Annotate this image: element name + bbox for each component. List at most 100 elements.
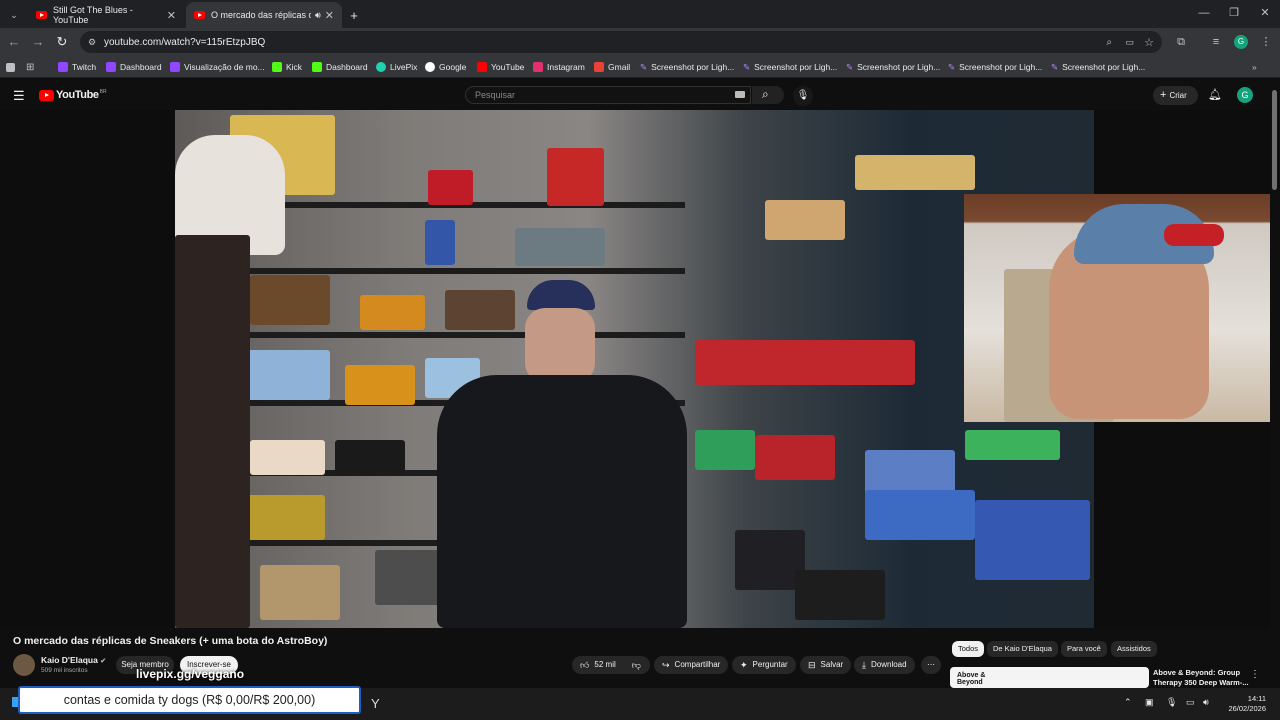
like-count[interactable]: 52 mil [594,656,615,674]
tab-mercado-replicas[interactable]: O mercado das réplicas de 🔊︎ ✕ [186,2,342,28]
more-horizontal-icon: ⋯ [927,660,935,669]
lightshot-icon: ✎ [846,61,854,72]
tray-mic-icon[interactable]: 🎙︎ [1166,697,1177,708]
recommended-more-icon[interactable]: ⋮ [1250,669,1260,680]
bookmark-star-icon[interactable]: ☆ [1144,36,1154,49]
bookmark-livepix[interactable]: LivePix [376,60,417,74]
youtube-favicon-icon [36,11,47,19]
more-bookmarks-icon[interactable]: » [1252,60,1257,74]
bookmark-screenshot-2[interactable]: ✎ Screenshot por Ligh... [743,60,837,74]
zoom-icon[interactable]: ⌕ [1106,37,1112,48]
tray-chevron-up-icon[interactable]: ⌃ [1124,697,1132,708]
thumbnail-logo-text: Above & Beyond [957,672,986,686]
bookmark-folder-icon[interactable] [6,60,19,74]
address-text: youtube.com/watch?v=115rEtzpJBQ [104,36,266,48]
share-button[interactable]: ↪ Compartilhar [654,656,729,674]
close-tab-icon[interactable]: ✕ [325,9,334,22]
minimize-button[interactable]: — [1194,4,1214,22]
bookmark-screenshot-5[interactable]: ✎ Screenshot por Ligh... [1051,60,1145,74]
scrollbar-thumb[interactable] [1272,90,1277,190]
tray-volume-icon[interactable]: 🔊︎ [1203,697,1209,708]
tab-title: Still Got The Blues - YouTube [53,5,133,25]
lightshot-icon: ✎ [1051,61,1059,72]
bookmark-screenshot-3[interactable]: ✎ Screenshot por Ligh... [846,60,940,74]
download-button[interactable]: ⤓ Download [854,656,915,674]
notifications-bell-icon[interactable]: 🔔︎ [1208,88,1222,101]
youtube-icon [477,62,487,72]
chip-all[interactable]: Todos [952,641,985,657]
youtube-logo[interactable]: YouTube BR [39,89,107,101]
bookmark-screenshot-1[interactable]: ✎ Screenshot por Ligh... [640,60,734,74]
search-button[interactable]: ⌕ [752,86,784,104]
bookmark-twitch[interactable]: Twitch [58,60,96,74]
restore-button[interactable]: ❐ [1224,4,1244,22]
address-bar[interactable]: ⚙ youtube.com/watch?v=115rEtzpJBQ ⌕ ▭ ☆ [80,31,1162,53]
thumbs-up-icon[interactable]: 👍︎ [580,656,589,674]
chip-watched[interactable]: Assistidos [1111,641,1157,657]
ask-button[interactable]: ✦ Perguntar [732,656,796,674]
twitch-icon [106,62,116,72]
twitch-icon [170,62,180,72]
tab-search-button[interactable]: ⌄ [0,2,28,28]
plus-icon: + [1160,89,1167,101]
cast-icon[interactable]: ▭ [1125,37,1134,48]
channel-name[interactable]: Kaio D'Elaqua ✔ [41,655,106,665]
forward-button[interactable]: → [29,33,47,51]
video-frame [175,110,1094,628]
tab-still-got-the-blues[interactable]: Still Got The Blues - YouTube ✕ [28,2,184,28]
save-button[interactable]: ⊟ Salvar [800,656,852,674]
recommended-thumbnail[interactable]: Above & Beyond [950,667,1149,688]
bookmark-dashboard-twitch[interactable]: Dashboard [106,60,162,74]
tab-title: O mercado das réplicas de [211,10,311,20]
keyboard-icon[interactable] [735,91,745,98]
media-control-icon[interactable]: ≡ [1208,34,1224,50]
tray-display-icon[interactable]: ▭ [1186,697,1195,708]
bookmark-youtube[interactable]: YouTube [477,60,524,74]
youtube-favicon-icon [194,11,205,19]
bookmark-google[interactable]: Google [425,60,466,74]
tray-app-icon[interactable]: ▣ [1145,697,1154,708]
create-button[interactable]: + Criar [1153,86,1198,105]
back-button[interactable]: ← [5,33,23,51]
app-y-icon[interactable]: Y [371,696,380,711]
thumbs-down-icon[interactable]: 👎︎ [632,656,641,674]
browser-tab-strip: ⌄ Still Got The Blues - YouTube ✕ O merc… [0,0,1280,28]
site-info-icon[interactable]: ⚙ [88,37,96,48]
speaker-icon[interactable]: 🔊︎ [315,10,321,21]
video-title: O mercado das réplicas de Sneakers (+ um… [13,635,328,647]
chip-from-channel[interactable]: De Kaio D'Elaqua [987,641,1058,657]
microphone-icon[interactable]: 🎙︎ [793,86,813,106]
new-tab-button[interactable]: + [344,2,364,28]
channel-avatar[interactable] [13,654,35,676]
bookmark-screenshot-4[interactable]: ✎ Screenshot por Ligh... [948,60,1042,74]
bookmark-gmail[interactable]: Gmail [594,60,630,74]
close-tab-icon[interactable]: ✕ [167,9,176,22]
clock-time: 14:11 [1247,694,1266,703]
page-scrollbar[interactable] [1270,78,1280,688]
livepix-overlay-text: livepix.gg/veggano [136,667,245,681]
bookmark-visualizacao[interactable]: Visualização de mo... [170,60,265,74]
youtube-account-avatar[interactable]: G [1237,87,1253,103]
browser-toolbar: ← → ↻ ⚙ youtube.com/watch?v=115rEtzpJBQ … [0,28,1280,56]
hamburger-menu-icon[interactable]: ☰ [13,88,25,104]
bookmark-dashboard-kick[interactable]: Dashboard [312,60,368,74]
apps-grid-icon[interactable]: ⊞ [26,60,34,74]
extensions-icon[interactable]: ⧉ [1173,34,1189,50]
search-input[interactable]: Pesquisar [465,86,751,104]
twitch-icon [58,62,68,72]
recommended-title[interactable]: Above & Beyond: Group Therapy 350 Deep W… [1153,668,1249,688]
taskbar-clock[interactable]: 14:11 26/02/2026 [1224,694,1266,714]
bookmark-instagram[interactable]: Instagram [533,60,585,74]
webcam-overlay [964,194,1270,422]
youtube-header: ☰ YouTube BR Pesquisar ⌕ 🎙︎ + Criar 🔔︎ G [0,78,1270,112]
bookmark-kick[interactable]: Kick [272,60,302,74]
more-actions-button[interactable]: ⋯ [921,656,941,674]
search-icon: ⌕ [762,87,769,101]
video-player[interactable] [0,110,1270,628]
menu-kebab-icon[interactable]: ⋮ [1258,34,1274,50]
subscriber-count: 509 mil inscritos [41,667,88,674]
reload-button[interactable]: ↻ [53,33,71,51]
profile-avatar[interactable]: G [1234,35,1248,49]
chip-for-you[interactable]: Para você [1061,641,1107,657]
close-window-button[interactable]: ✕ [1255,4,1275,22]
